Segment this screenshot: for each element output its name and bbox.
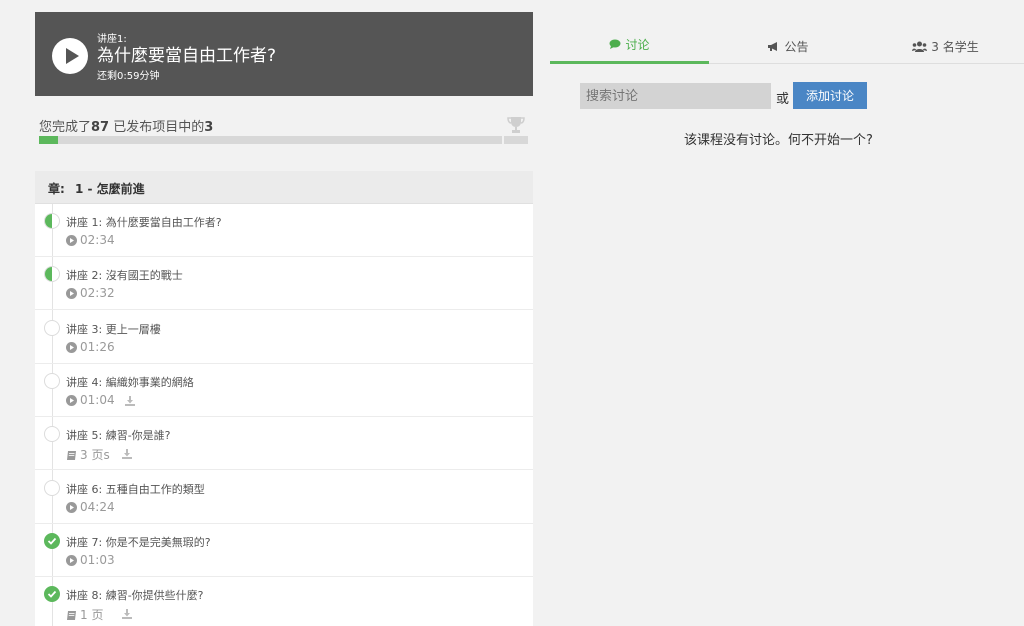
lecture-title: 為什麼要當自由工作者? — [97, 46, 277, 66]
lecture-row[interactable]: 讲座 8: 練習-你提供些什麼? 1 页 — [35, 577, 533, 626]
trophy-icon — [507, 117, 525, 133]
lecture-row[interactable]: 讲座 2: 沒有國王的戰士 02:32 — [35, 257, 533, 311]
play-circle-icon — [66, 341, 77, 353]
lecture-meta: 01:03 — [66, 553, 115, 567]
lecture-meta: 01:26 — [66, 340, 115, 354]
play-circle-icon — [66, 501, 77, 513]
empty-circle-icon — [44, 479, 60, 496]
empty-circle-icon — [44, 372, 60, 389]
empty-circle-icon — [44, 319, 60, 336]
or-label: 或 — [776, 92, 790, 107]
play-circle-icon — [66, 235, 77, 246]
bullhorn-icon — [768, 41, 778, 51]
progress-bar — [39, 136, 502, 144]
check-circle-icon — [44, 532, 60, 549]
book-icon — [67, 451, 76, 461]
tab-bar: 讨论 公告 3 名学生 — [550, 28, 1024, 64]
add-discussion-button[interactable]: 添加讨论 — [793, 82, 867, 109]
half-circle-icon — [44, 213, 60, 229]
lecture-title: 讲座 5: 練習-你是誰? — [66, 429, 171, 443]
empty-discussion-message: 该课程没有讨论。何不开始一个? — [684, 133, 873, 148]
tab-students-label: 3 名学生 — [931, 39, 979, 54]
lecture-title: 讲座 6: 五種自由工作的類型 — [66, 482, 205, 496]
lecture-meta-text: 01:26 — [80, 339, 115, 354]
play-circle-icon — [66, 394, 77, 406]
lecture-title: 讲座 3: 更上一層樓 — [66, 322, 161, 336]
download-icon[interactable] — [124, 392, 136, 406]
progress-completed: 87 — [91, 120, 110, 135]
progress-fill — [39, 136, 58, 144]
download-icon[interactable] — [121, 445, 133, 460]
lecture-row[interactable]: 讲座 3: 更上一層樓 01:26 — [35, 311, 533, 364]
tab-discussion-label: 讨论 — [625, 38, 650, 52]
play-circle-icon — [66, 288, 77, 300]
progress-bar-end — [504, 136, 528, 144]
comment-icon — [609, 39, 621, 49]
lecture-meta: 04:24 — [66, 500, 115, 514]
lecture-meta: 1 页 — [66, 606, 103, 623]
tab-students[interactable]: 3 名学生 — [867, 28, 1024, 64]
chapter-title: 1 - 怎麼前進 — [75, 182, 145, 196]
lecture-meta-text: 02:32 — [80, 286, 115, 301]
lecture-row[interactable]: 讲座 7: 你是不是完美無瑕的? 01:03 — [35, 524, 533, 577]
video-player-header: 讲座1: 為什麼要當自由工作者? 还剩0:59分钟 — [35, 12, 533, 96]
lecture-meta-text: 02:34 — [80, 233, 115, 247]
lecture-meta-text: 1 页 — [80, 608, 104, 623]
lecture-meta-text: 04:24 — [80, 499, 115, 514]
lecture-title: 讲座 7: 你是不是完美無瑕的? — [66, 535, 211, 549]
lecture-row[interactable]: 讲座 5: 練習-你是誰? 3 页s — [35, 417, 533, 471]
play-icon[interactable] — [52, 38, 88, 74]
empty-circle-icon — [44, 426, 60, 443]
download-icon[interactable] — [121, 605, 133, 620]
chapter-label: 章: — [48, 182, 65, 196]
time-remaining: 还剩0:59分钟 — [97, 71, 160, 82]
lecture-title: 讲座 2: 沒有國王的戰士 — [66, 269, 183, 283]
tab-discussion[interactable]: 讨论 — [550, 28, 709, 64]
lecture-meta: 02:32 — [66, 286, 115, 300]
tab-announcements[interactable]: 公告 — [709, 28, 867, 64]
lecture-row[interactable]: 讲座 1: 為什麼要當自由工作者? 02:34 — [35, 204, 533, 257]
book-icon — [67, 611, 76, 621]
lecture-meta: 3 页s — [66, 446, 110, 463]
play-circle-icon — [66, 554, 77, 566]
lecture-meta-text: 01:03 — [80, 552, 115, 567]
lecture-meta-text: 01:04 — [80, 392, 115, 407]
lecture-row[interactable]: 讲座 6: 五種自由工作的類型 04:24 — [35, 471, 533, 524]
half-circle-icon — [44, 266, 60, 283]
lecture-list: 讲座 1: 為什麼要當自由工作者? 02:34 讲座 2: 沒有國王的戰士 02:32… — [35, 204, 533, 626]
check-circle-icon — [44, 586, 60, 603]
lecture-meta-text: 3 页s — [80, 448, 110, 463]
progress-prefix: 您完成了 — [39, 120, 92, 135]
users-icon — [912, 41, 928, 52]
search-discussion-input[interactable] — [580, 83, 771, 109]
lecture-title: 讲座 4: 編織妳事業的網絡 — [66, 375, 194, 389]
chapter-header[interactable]: 章: 1 - 怎麼前進 — [35, 171, 533, 204]
tab-announcements-label: 公告 — [784, 39, 809, 54]
progress-text: 您完成了87 已发布项目中的3 — [39, 116, 213, 135]
progress-total: 3 — [204, 120, 214, 135]
lecture-row[interactable]: 讲座 4: 編織妳事業的網絡 01:04 — [35, 364, 533, 417]
lecture-meta: 02:34 — [66, 233, 115, 247]
lecture-meta: 01:04 — [66, 393, 115, 407]
lecture-title: 讲座 8: 練習-你提供些什麼? — [66, 589, 204, 603]
progress-middle: 已发布项目中的 — [109, 120, 205, 135]
lecture-title: 讲座 1: 為什麼要當自由工作者? — [66, 216, 222, 229]
